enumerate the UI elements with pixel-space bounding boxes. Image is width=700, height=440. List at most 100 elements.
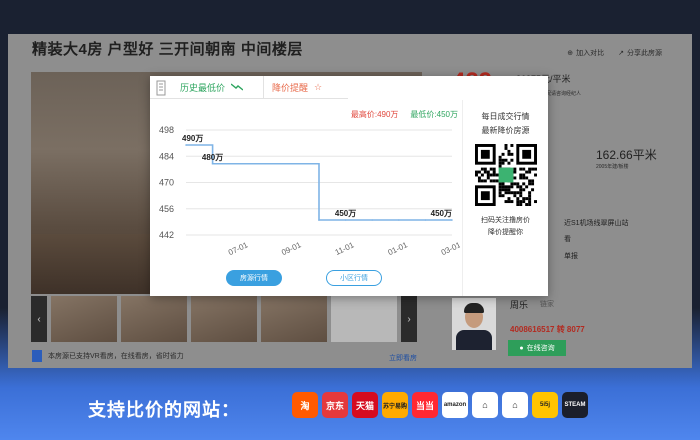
add-compare-link[interactable]: ⊕ 加入对比	[567, 48, 604, 58]
qr-module	[518, 188, 522, 192]
qr-module	[474, 170, 478, 174]
qr-module	[506, 200, 510, 204]
tab-price-alert[interactable]: 降价提醒 ☆	[264, 76, 348, 99]
qr-module	[515, 203, 519, 206]
qr-module	[515, 185, 519, 189]
thumbnail-strip: ‹ ›	[31, 296, 422, 342]
site-icon: 天猫	[352, 392, 378, 418]
qr-module	[483, 170, 487, 174]
qr-module	[515, 200, 519, 204]
top-actions: ⊕ 加入对比 ↗ 分享此房源	[567, 48, 662, 58]
listing-trend-button[interactable]: 房源行情	[226, 270, 282, 286]
qr-module	[504, 191, 507, 195]
qr-module	[504, 188, 507, 192]
qr-module	[509, 158, 513, 162]
qr-module	[509, 152, 513, 156]
area-note: 2005年建/板楼	[596, 164, 629, 170]
data-point	[318, 219, 320, 221]
qr-module	[518, 203, 522, 206]
min-price-label: 最低价:450万	[410, 110, 458, 119]
agent-avatar	[452, 298, 496, 350]
site-icon: 当当	[412, 392, 438, 418]
qr-module	[495, 179, 499, 183]
tab-history-low[interactable]: 历史最低价	[172, 76, 264, 99]
vr-link[interactable]: 立即看房	[389, 353, 417, 363]
x-tick-label: 09-01	[280, 240, 303, 257]
data-point	[238, 162, 240, 165]
qr-module	[527, 191, 531, 195]
qr-module	[530, 188, 534, 192]
chart-buttons: 房源行情 小区行情	[226, 270, 382, 286]
qr-module	[492, 179, 496, 183]
qr-module	[527, 167, 531, 171]
thumbnail[interactable]	[51, 296, 117, 342]
data-point	[185, 144, 187, 146]
qr-module	[530, 167, 534, 171]
qr-module	[524, 185, 528, 189]
thumbnail[interactable]	[121, 296, 187, 342]
qr-spacer	[463, 100, 548, 110]
share-link[interactable]: ↗ 分享此房源	[618, 48, 662, 58]
qr-module	[480, 167, 484, 171]
qr-module	[501, 158, 505, 162]
qr-module	[489, 179, 493, 183]
site-icon: 淘	[292, 392, 318, 418]
qr-caption: 扫码关注撸房价	[481, 217, 530, 224]
qr-module	[521, 188, 525, 192]
qr-module	[533, 173, 537, 177]
qr-module	[527, 203, 531, 206]
agent-hair	[464, 303, 484, 313]
qr-module	[518, 191, 522, 195]
qr-module	[504, 185, 507, 189]
thumbnail[interactable]	[191, 296, 257, 342]
qr-module	[509, 144, 513, 147]
qr-module	[506, 149, 510, 153]
qr-module	[512, 170, 516, 174]
qr-module	[480, 149, 490, 159]
qr-module	[518, 200, 522, 204]
data-label: 490万	[182, 134, 203, 143]
vr-icon	[32, 350, 42, 362]
address-line: 看	[564, 236, 571, 243]
y-tick-label: 484	[159, 151, 174, 161]
qr-module	[498, 158, 502, 162]
qr-module	[501, 161, 505, 165]
qr-module	[498, 167, 513, 183]
qr-module	[509, 191, 513, 195]
thumbnail[interactable]	[261, 296, 327, 342]
qr-module	[483, 179, 487, 183]
thumb-next-button[interactable]: ›	[401, 296, 417, 342]
qr-module	[518, 167, 522, 171]
qr-module	[533, 167, 537, 171]
qr-module	[501, 152, 505, 156]
chat-icon: ●	[519, 344, 524, 352]
data-point	[291, 162, 294, 165]
qr-module	[492, 173, 496, 177]
qr-line: 每日成交行情	[481, 112, 530, 121]
community-trend-button[interactable]: 小区行情	[326, 270, 382, 286]
qr-module	[498, 182, 502, 186]
qr-module	[474, 173, 478, 177]
qr-module	[501, 194, 505, 198]
site-icon: ⌂	[472, 392, 498, 418]
qr-module	[521, 149, 531, 159]
qr-line: 最新降价房源	[481, 126, 530, 135]
thumb-prev-button[interactable]: ‹	[31, 296, 47, 342]
thumbnail-floorplan[interactable]	[331, 296, 397, 342]
consult-button[interactable]: ● 在线咨询	[508, 340, 566, 356]
qr-module	[486, 173, 490, 177]
qr-module	[521, 176, 525, 180]
site-icon: amazon	[442, 392, 468, 418]
qr-module	[509, 182, 513, 186]
agent-tag: 链家	[540, 301, 554, 308]
data-point	[424, 219, 427, 221]
qr-module	[480, 191, 490, 201]
star-icon: ☆	[314, 82, 323, 92]
qr-module	[480, 173, 484, 177]
qr-panel: 每日成交行情 最新降价房源 扫码关注撸房价 降价提醒你	[462, 100, 548, 296]
site-icon: 5i5j	[532, 392, 558, 418]
qr-module	[477, 176, 481, 180]
app-frame: 精装大4房 户型好 三开间朝南 中间楼层 ⊕ 加入对比 ↗ 分享此房源 ‹ › 本房…	[0, 0, 700, 440]
qr-module	[477, 170, 481, 174]
qr-module	[512, 176, 516, 180]
